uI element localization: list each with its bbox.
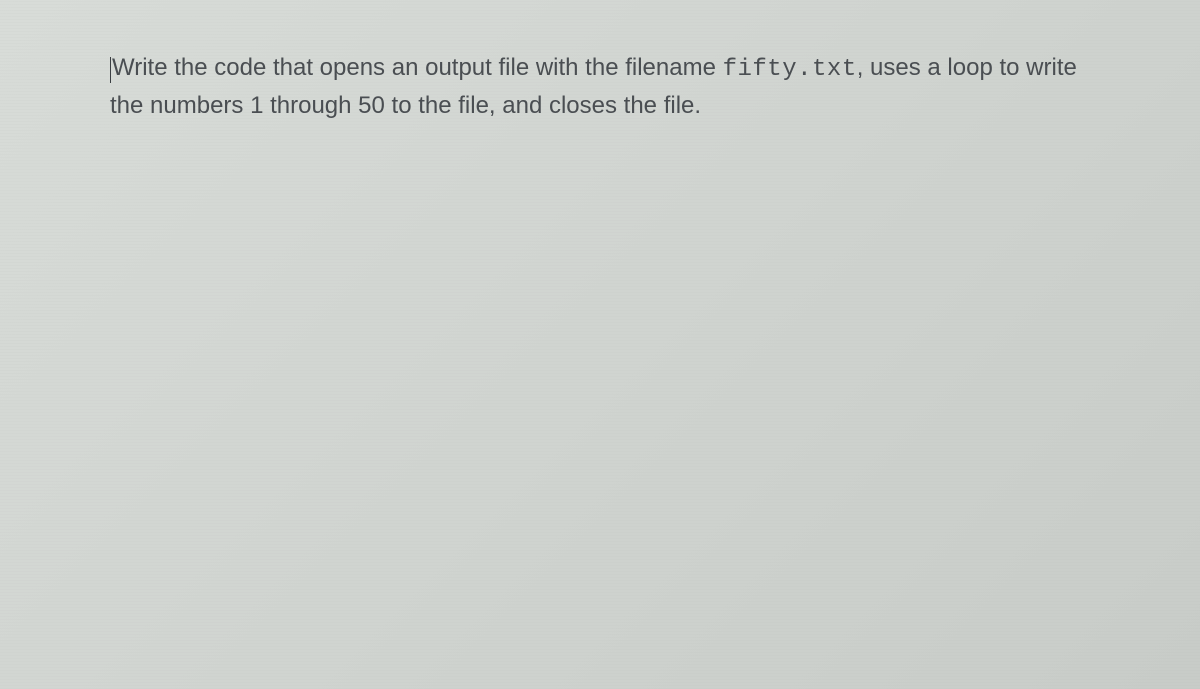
question-part1: Write the code that opens an output file… [112, 54, 723, 81]
text-cursor [110, 57, 111, 83]
question-text: Write the code that opens an output file… [110, 50, 1090, 124]
filename-code: fifty.txt [723, 56, 857, 83]
question-container: Write the code that opens an output file… [0, 0, 1200, 124]
